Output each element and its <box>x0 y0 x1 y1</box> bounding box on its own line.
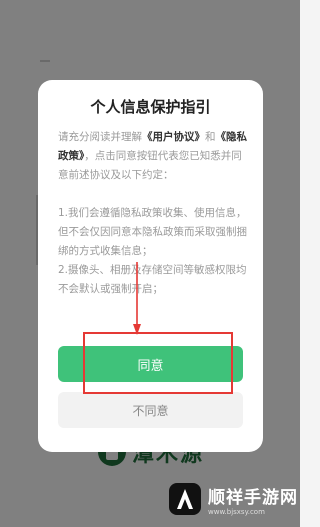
dialog-body: 请充分阅读并理解《用户协议》和《隐私政策》，点击同意按钮代表您已知悉并同意前述协… <box>58 128 249 299</box>
intro-text-2: 和 <box>205 131 216 143</box>
intro-text-3: ，点击同意按钮代表您已知悉并同意前述协议及以下约定： <box>58 150 242 181</box>
dialog-title: 个人信息保护指引 <box>90 98 211 116</box>
watermark-logo-icon <box>169 483 201 515</box>
watermark-title: 顺祥手游网 <box>208 487 298 508</box>
user-agreement-link[interactable]: 《用户协议》 <box>142 131 205 143</box>
intro-text-1: 请充分阅读并理解 <box>58 131 142 143</box>
dialog-intro: 请充分阅读并理解《用户协议》和《隐私政策》，点击同意按钮代表您已知悉并同意前述协… <box>58 128 249 185</box>
watermark-text: 顺祥手游网 www.bjsxsy.com <box>208 483 298 516</box>
disagree-button[interactable]: 不同意 <box>58 392 243 428</box>
watermark-url: www.bjsxsy.com <box>208 507 265 516</box>
site-watermark: 顺祥手游网 www.bjsxsy.com <box>168 482 298 516</box>
privacy-dialog: 个人信息保护指引 请充分阅读并理解《用户协议》和《隐私政策》，点击同意按钮代表您… <box>38 80 263 452</box>
term-1: 1.我们会遵循隐私政策收集、使用信息，但不会仅因同意本隐私政策而采取强制捆绑的方… <box>58 207 247 257</box>
annotation-arrow-icon <box>133 262 141 335</box>
annotation-highlight-box <box>83 332 233 394</box>
term-2: 2.摄像头、相册及存储空间等敏感权限均不会默认或强制开启； <box>58 264 247 295</box>
